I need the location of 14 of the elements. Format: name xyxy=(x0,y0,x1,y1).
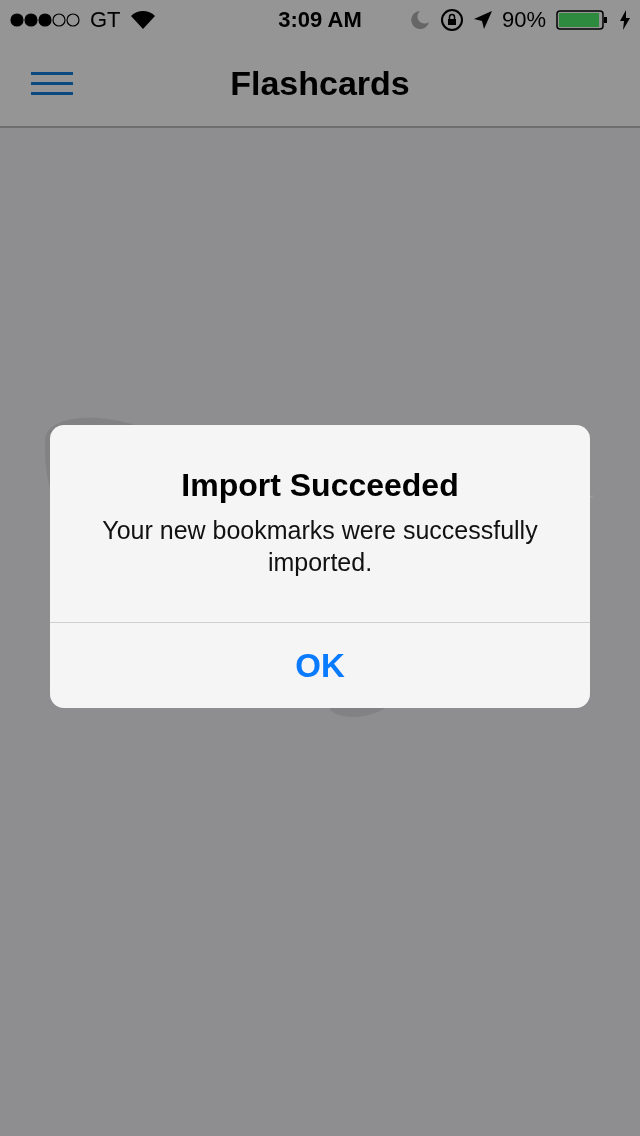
rotation-lock-icon xyxy=(439,8,464,32)
charging-bolt-icon xyxy=(620,10,630,30)
location-arrow-icon xyxy=(473,11,492,29)
alert-title: Import Succeeded xyxy=(181,467,459,504)
signal-icon xyxy=(10,13,80,27)
carrier-name: GT xyxy=(90,7,121,33)
battery-icon xyxy=(556,10,610,30)
moon-icon xyxy=(409,10,430,30)
alert-message: Your new bookmarks were successfully imported. xyxy=(101,515,539,578)
battery-percent: 90% xyxy=(501,7,546,33)
ok-button[interactable]: OK xyxy=(50,622,590,708)
status-time: 3:09 AM xyxy=(278,7,362,33)
nav-title: Flashcards xyxy=(230,63,410,103)
wifi-icon xyxy=(130,11,155,29)
